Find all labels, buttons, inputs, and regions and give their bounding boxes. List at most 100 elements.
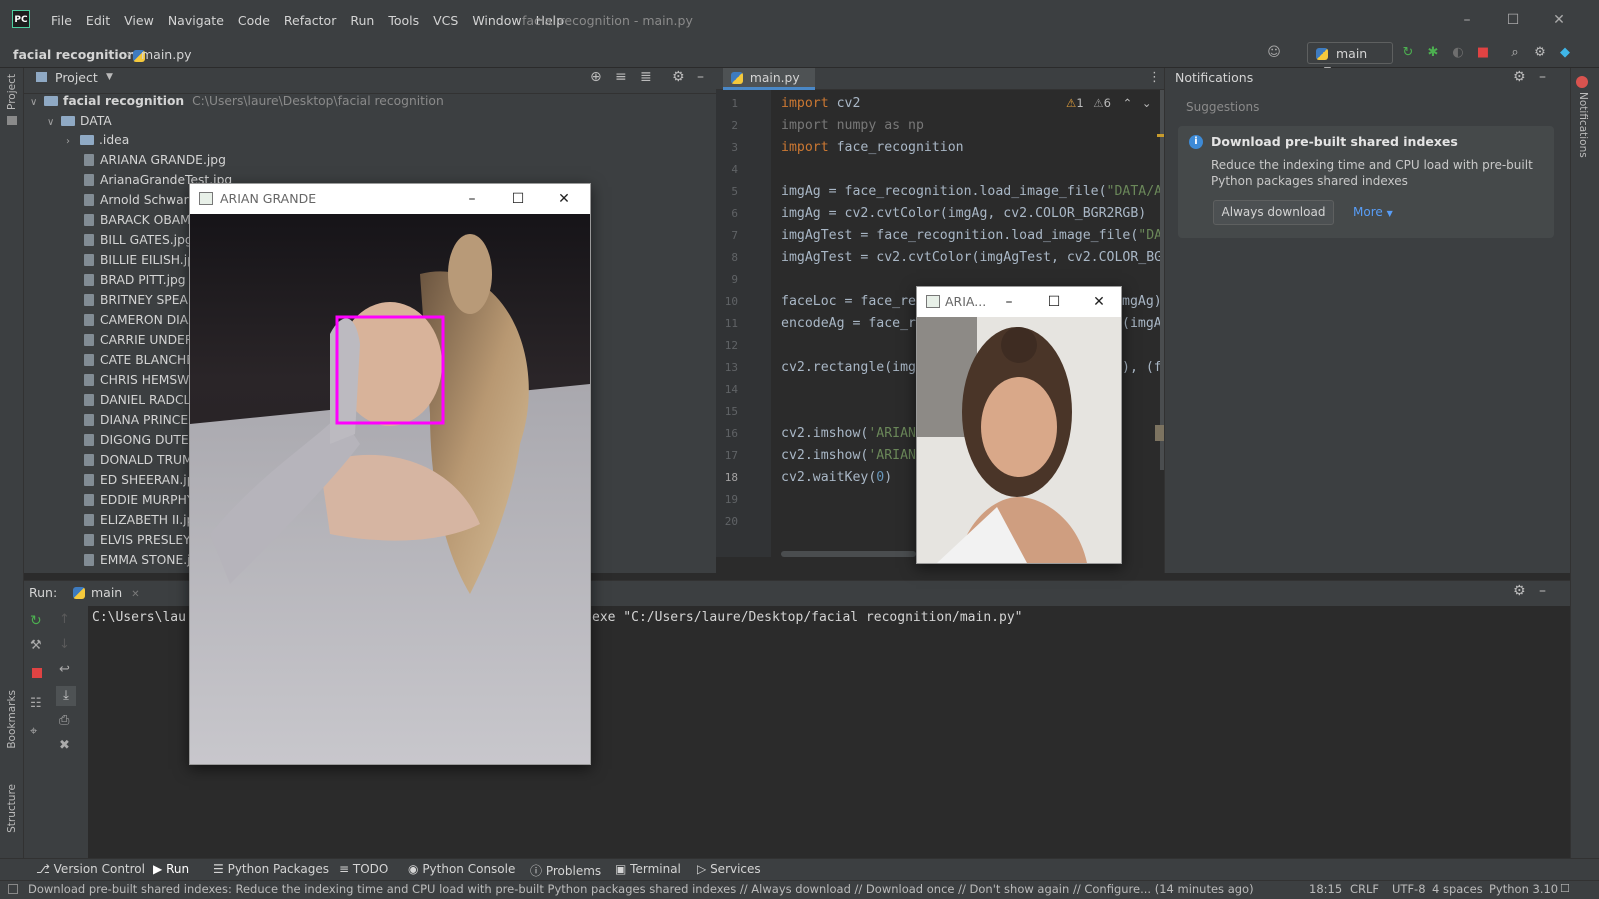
file-item[interactable]: BARACK OBAMA bbox=[84, 210, 199, 230]
jetbrains-ai-icon[interactable]: ◆ bbox=[1556, 44, 1574, 62]
code-line[interactable]: faceLoc = face_re bbox=[781, 294, 916, 309]
down-arrow-icon[interactable]: ↓ bbox=[59, 637, 70, 652]
file-item[interactable]: BILL GATES.jpg bbox=[84, 230, 193, 250]
more-actions-link[interactable]: More ▼ bbox=[1353, 205, 1393, 219]
menu-code[interactable]: Code bbox=[231, 13, 277, 28]
file-item[interactable]: CAMERON DIAZ bbox=[84, 310, 197, 330]
code-line[interactable]: imgAg = cv2.cvtColor(imgAg, cv2.COLOR_BG… bbox=[781, 206, 1146, 221]
always-download-button[interactable]: Always download bbox=[1213, 200, 1334, 225]
settings-icon[interactable]: ⚙ bbox=[1531, 44, 1549, 62]
rerun-icon[interactable]: ↻ bbox=[30, 613, 42, 629]
caret-position[interactable]: 18:15 bbox=[1309, 882, 1342, 896]
collapse-all-icon[interactable]: ≣ bbox=[640, 69, 652, 85]
status-message[interactable]: Download pre-built shared indexes: Reduc… bbox=[28, 882, 1254, 896]
minimize-button[interactable]: – bbox=[457, 184, 487, 214]
maximize-button[interactable]: ☐ bbox=[503, 184, 533, 214]
search-icon[interactable]: ⌕ bbox=[1506, 44, 1524, 62]
line-separator[interactable]: CRLF bbox=[1350, 882, 1379, 896]
menu-vcs[interactable]: VCS bbox=[426, 13, 465, 28]
tab-python-console[interactable]: ◉ Python Console bbox=[408, 862, 515, 876]
image-window-test[interactable]: ARIA... – ☐ ✕ bbox=[916, 286, 1122, 564]
breadcrumb-file[interactable]: main.py bbox=[141, 47, 192, 62]
close-button[interactable]: ✕ bbox=[549, 184, 579, 214]
chevron-down-icon[interactable]: ▼ bbox=[106, 72, 113, 82]
tree-folder-idea[interactable]: › .idea bbox=[66, 130, 129, 150]
file-item[interactable]: BRITNEY SPEARS bbox=[84, 290, 204, 310]
tab-todo[interactable]: ≡ TODO bbox=[339, 862, 388, 876]
tab-services[interactable]: ▷ Services bbox=[697, 862, 761, 876]
menu-run[interactable]: Run bbox=[343, 13, 381, 28]
maximize-button[interactable]: ☐ bbox=[1500, 8, 1526, 32]
previous-highlight-icon[interactable]: ⌃ bbox=[1123, 96, 1133, 110]
code-line[interactable]: cv2.imshow('ARIAN bbox=[781, 426, 916, 441]
gear-icon[interactable]: ⚙ bbox=[672, 69, 685, 85]
file-item[interactable]: ARIANA GRANDE.jpg bbox=[84, 150, 226, 170]
file-item[interactable]: BILLIE EILISH.jpg bbox=[84, 250, 203, 270]
rerun-icon[interactable]: ↻ bbox=[1399, 44, 1417, 62]
code-line[interactable]: cv2.waitKey(0) bbox=[781, 470, 892, 485]
pin-icon[interactable]: ⌖ bbox=[30, 724, 37, 739]
close-button[interactable]: ✕ bbox=[1546, 8, 1572, 32]
tree-folder-data[interactable]: ∨ DATA bbox=[47, 111, 112, 131]
indent-setting[interactable]: 4 spaces bbox=[1432, 882, 1483, 896]
next-highlight-icon[interactable]: ⌄ bbox=[1142, 96, 1152, 110]
print-icon[interactable]: ⎙ bbox=[59, 713, 69, 728]
file-item[interactable]: EDDIE MURPHY.j bbox=[84, 490, 199, 510]
file-item[interactable]: BRAD PITT.jpg bbox=[84, 270, 186, 290]
debug-icon[interactable]: ✱ bbox=[1424, 44, 1442, 62]
locate-icon[interactable]: ⊕ bbox=[590, 69, 602, 85]
file-item[interactable]: DONALD TRUMP bbox=[84, 450, 200, 470]
code-line[interactable]: imgAgTest = cv2.cvtColor(imgAgTest, cv2.… bbox=[781, 250, 1170, 265]
menu-refactor[interactable]: Refactor bbox=[277, 13, 343, 28]
file-item[interactable]: Arnold Schwarze bbox=[84, 190, 203, 210]
trash-icon[interactable]: ✖ bbox=[59, 738, 70, 753]
notification-bell-icon[interactable] bbox=[1576, 76, 1588, 88]
hide-panel-icon[interactable]: – bbox=[697, 69, 704, 85]
code-line[interactable]: cv2.imshow('ARIAN bbox=[781, 448, 916, 463]
code-line[interactable]: encodeAg = face_r bbox=[781, 316, 916, 331]
layout-icon[interactable]: ☷ bbox=[30, 696, 42, 711]
notifications-stripe-button[interactable]: Notifications bbox=[1577, 92, 1589, 158]
file-item[interactable]: CATE BLANCHET bbox=[84, 350, 202, 370]
file-item[interactable]: DIGONG DUTERT bbox=[84, 430, 204, 450]
menu-file[interactable]: File bbox=[44, 13, 79, 28]
horizontal-scrollbar[interactable] bbox=[781, 551, 916, 557]
hide-panel-icon[interactable]: – bbox=[1539, 69, 1546, 85]
more-options-icon[interactable]: ⋮ bbox=[1148, 70, 1161, 85]
run-config-dropdown[interactable]: main ▼ bbox=[1307, 42, 1393, 76]
scroll-to-end-icon[interactable]: ⤓ bbox=[56, 686, 76, 706]
menu-edit[interactable]: Edit bbox=[79, 13, 117, 28]
minimize-button[interactable]: – bbox=[1454, 8, 1480, 32]
stop-icon[interactable] bbox=[32, 668, 42, 678]
menu-view[interactable]: View bbox=[117, 13, 161, 28]
menu-navigate[interactable]: Navigate bbox=[161, 13, 231, 28]
code-line[interactable]: import cv2 bbox=[781, 96, 860, 111]
inspection-widget[interactable]: ⚠1 ⚠6 ⌃ ⌄ bbox=[1066, 96, 1152, 110]
code-line[interactable]: imgAgTest = face_recognition.load_image_… bbox=[781, 228, 1170, 243]
file-item[interactable]: ELVIS PRESLEY.jp bbox=[84, 530, 203, 550]
project-stripe-button[interactable]: Project bbox=[6, 74, 18, 110]
hide-panel-icon[interactable]: – bbox=[1539, 583, 1546, 599]
tab-run[interactable]: ▶ Run bbox=[153, 862, 189, 876]
breadcrumb-project[interactable]: facial recognition bbox=[13, 47, 136, 62]
run-tab-main[interactable]: main ✕ bbox=[73, 585, 140, 600]
code-line[interactable]: imgAg = face_recognition.load_image_file… bbox=[781, 184, 1170, 199]
gear-icon[interactable]: ⚙ bbox=[1513, 583, 1526, 599]
code-line[interactable]: import face_recognition bbox=[781, 140, 964, 155]
up-arrow-icon[interactable]: ↑ bbox=[59, 612, 70, 627]
python-interpreter[interactable]: Python 3.10 bbox=[1489, 882, 1558, 896]
file-encoding[interactable]: UTF-8 bbox=[1392, 882, 1426, 896]
user-icon[interactable]: ☺ bbox=[1265, 44, 1283, 62]
file-item[interactable]: ED SHEERAN.jpg bbox=[84, 470, 202, 490]
file-item[interactable]: EMMA STONE.jp bbox=[84, 550, 198, 570]
image-window-main[interactable]: ARIAN GRANDE – ☐ ✕ bbox=[189, 183, 591, 765]
file-item[interactable]: CHRIS HEMSWO bbox=[84, 370, 199, 390]
menu-window[interactable]: Window bbox=[465, 13, 528, 28]
menu-tools[interactable]: Tools bbox=[381, 13, 426, 28]
maximize-button[interactable]: ☐ bbox=[1039, 287, 1069, 317]
coverage-icon[interactable]: ◐ bbox=[1449, 44, 1467, 62]
soft-wrap-icon[interactable]: ↩ bbox=[59, 662, 70, 677]
file-item[interactable]: DIANA PRINCESS bbox=[84, 410, 204, 430]
tab-python-packages[interactable]: ☰ Python Packages bbox=[213, 862, 329, 876]
tab-problems[interactable]: ⓘ Problems bbox=[530, 862, 601, 879]
